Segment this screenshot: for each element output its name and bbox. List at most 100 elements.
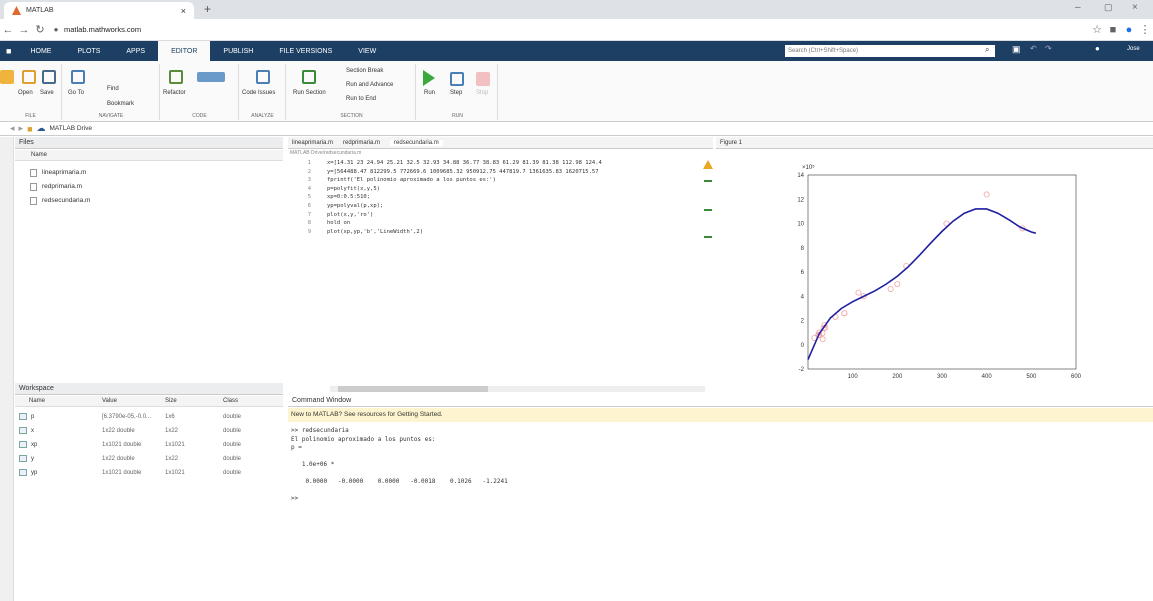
- browser-tab[interactable]: MATLAB ×: [4, 2, 194, 19]
- new-tab-icon[interactable]: +: [204, 2, 211, 16]
- reload-icon[interactable]: ↻: [32, 23, 48, 36]
- section-break-button[interactable]: Section Break: [346, 68, 383, 74]
- data-point: [983, 191, 990, 198]
- files-panel-title: Files: [19, 139, 34, 146]
- tab-home[interactable]: HOME: [17, 41, 64, 61]
- files-name-column[interactable]: Name: [15, 150, 283, 161]
- line-number: 9: [307, 228, 311, 235]
- col-value[interactable]: Value: [102, 398, 117, 404]
- search-input[interactable]: Search (Ctrl+Shift+Space): [785, 45, 995, 57]
- code-issues-icon[interactable]: [256, 70, 270, 84]
- table-row[interactable]: xp 1x1021 double 1x1021 double: [15, 438, 283, 451]
- warning-icon[interactable]: [703, 160, 713, 169]
- current-folder-path[interactable]: MATLAB Drive: [50, 125, 93, 132]
- profile-icon[interactable]: ●: [1121, 24, 1137, 36]
- editor-tab-active[interactable]: redsecundaria.m: [390, 139, 443, 146]
- save-icon[interactable]: [42, 70, 56, 84]
- tab-file-versions[interactable]: FILE VERSIONS: [266, 41, 345, 61]
- code-analyzer-mark[interactable]: [704, 209, 712, 211]
- go-to-icon[interactable]: [71, 70, 85, 84]
- run-to-end-button[interactable]: Run to End: [346, 96, 376, 102]
- y-tick-label: 4: [801, 294, 805, 300]
- code-issues-button[interactable]: Code Issues: [242, 90, 275, 96]
- refactor-button[interactable]: Refactor: [163, 90, 186, 96]
- editor-scrollbar[interactable]: [330, 386, 705, 392]
- code-line[interactable]: plot(xp,yp,'b','LineWidth',2): [327, 229, 699, 235]
- step-button[interactable]: Step: [450, 90, 462, 96]
- help-icon[interactable]: ●: [1095, 44, 1100, 53]
- file-item[interactable]: redsecundaria.m: [30, 194, 90, 207]
- col-size[interactable]: Size: [165, 398, 177, 404]
- table-row[interactable]: x 1x22 double 1x22 double: [15, 424, 283, 437]
- code-line[interactable]: yp=polyval(p,xp);: [327, 203, 699, 209]
- run-icon[interactable]: [423, 70, 435, 86]
- tab-publish[interactable]: PUBLISH: [210, 41, 266, 61]
- tab-plots[interactable]: PLOTS: [64, 41, 113, 61]
- comment-icon[interactable]: [197, 72, 225, 82]
- redo-icon[interactable]: ↷: [1045, 44, 1052, 53]
- code-analyzer-mark[interactable]: [704, 180, 712, 182]
- command-output[interactable]: >> redsecundaria El polinomio aproximado …: [291, 427, 508, 504]
- url-field[interactable]: matlab.mathworks.com: [64, 25, 141, 34]
- run-button[interactable]: Run: [424, 90, 435, 96]
- code-analyzer-mark[interactable]: [704, 236, 712, 238]
- folder-icon[interactable]: ■: [27, 124, 32, 134]
- search-icon[interactable]: ⌕: [985, 45, 989, 55]
- getting-started-banner[interactable]: New to MATLAB? See resources for Getting…: [288, 408, 1153, 422]
- bookmark-star-icon[interactable]: ☆: [1089, 23, 1105, 36]
- back-icon[interactable]: ←: [0, 24, 16, 36]
- tab-editor[interactable]: EDITOR: [158, 41, 211, 61]
- tab-apps[interactable]: APPS: [113, 41, 158, 61]
- code-line[interactable]: p=polyfit(x,y,5): [327, 186, 699, 192]
- editor-tab[interactable]: redprimaria.m: [343, 140, 380, 146]
- back-folder-icon[interactable]: ◂: [10, 123, 15, 134]
- code-line[interactable]: y=[564488.47 812299.5 772669.6 1009685.3…: [327, 169, 699, 175]
- run-and-advance-button[interactable]: Run and Advance: [346, 82, 393, 88]
- file-item[interactable]: lineaprimaria.m: [30, 166, 86, 179]
- figure-tabs: Figure 1: [716, 137, 1153, 149]
- extensions-icon[interactable]: ■: [1105, 24, 1121, 36]
- stop-button[interactable]: Stop: [476, 90, 488, 96]
- open-button[interactable]: Open: [18, 90, 33, 96]
- code-line[interactable]: fprintf('El polinomio aproximado a los p…: [327, 177, 699, 183]
- chrome-menu-icon[interactable]: ⋮: [1137, 23, 1153, 36]
- figure-tab[interactable]: Figure 1: [720, 140, 742, 146]
- table-row[interactable]: yp 1x1021 double 1x1021 double: [15, 466, 283, 479]
- refactor-icon[interactable]: [169, 70, 183, 84]
- code-line[interactable]: hold on: [327, 220, 699, 226]
- tab-view[interactable]: VIEW: [345, 41, 389, 61]
- banner-text[interactable]: New to MATLAB? See resources for Getting…: [291, 411, 443, 418]
- toolbar-save-icon[interactable]: ▣: [1012, 44, 1021, 55]
- save-button[interactable]: Save: [40, 90, 54, 96]
- col-class[interactable]: Class: [223, 398, 238, 404]
- undo-icon[interactable]: ↶: [1030, 44, 1037, 53]
- bookmark-button[interactable]: Bookmark: [107, 101, 134, 107]
- code-line[interactable]: x=[14.31 23 24.94 25.21 32.5 32.93 34.88…: [327, 160, 699, 166]
- close-tab-icon[interactable]: ×: [181, 6, 186, 16]
- table-row[interactable]: p [6.3790e-05,-0.0... 1x6 double: [15, 410, 283, 423]
- code-line[interactable]: plot(x,y,'ro'): [327, 212, 699, 218]
- maximize-icon[interactable]: ▢: [1104, 2, 1113, 13]
- minimize-icon[interactable]: –: [1075, 2, 1081, 13]
- code-line[interactable]: xp=0:0.5:510;: [327, 194, 699, 200]
- files-column-label: Name: [31, 152, 48, 158]
- cell-size: 1x22: [165, 455, 179, 462]
- find-button[interactable]: Find: [107, 86, 119, 92]
- go-to-button[interactable]: Go To: [68, 90, 84, 96]
- step-icon[interactable]: [450, 72, 464, 86]
- editor-tab[interactable]: lineaprimaria.m: [292, 140, 333, 146]
- run-section-button[interactable]: Run Section: [293, 90, 326, 96]
- stop-icon[interactable]: [476, 72, 490, 86]
- run-section-icon[interactable]: [302, 70, 316, 84]
- section-group-label: SECTION: [340, 113, 363, 119]
- file-item[interactable]: redprimaria.m: [30, 180, 82, 193]
- open-folder-icon[interactable]: [22, 70, 36, 84]
- forward-folder-icon[interactable]: ▸: [19, 123, 24, 134]
- new-file-icon[interactable]: [0, 70, 14, 84]
- user-menu[interactable]: Jose: [1127, 46, 1140, 52]
- col-name[interactable]: Name: [29, 398, 45, 404]
- table-row[interactable]: y 1x22 double 1x22 double: [15, 452, 283, 465]
- forward-icon[interactable]: →: [16, 24, 32, 36]
- close-window-icon[interactable]: ×: [1132, 2, 1138, 13]
